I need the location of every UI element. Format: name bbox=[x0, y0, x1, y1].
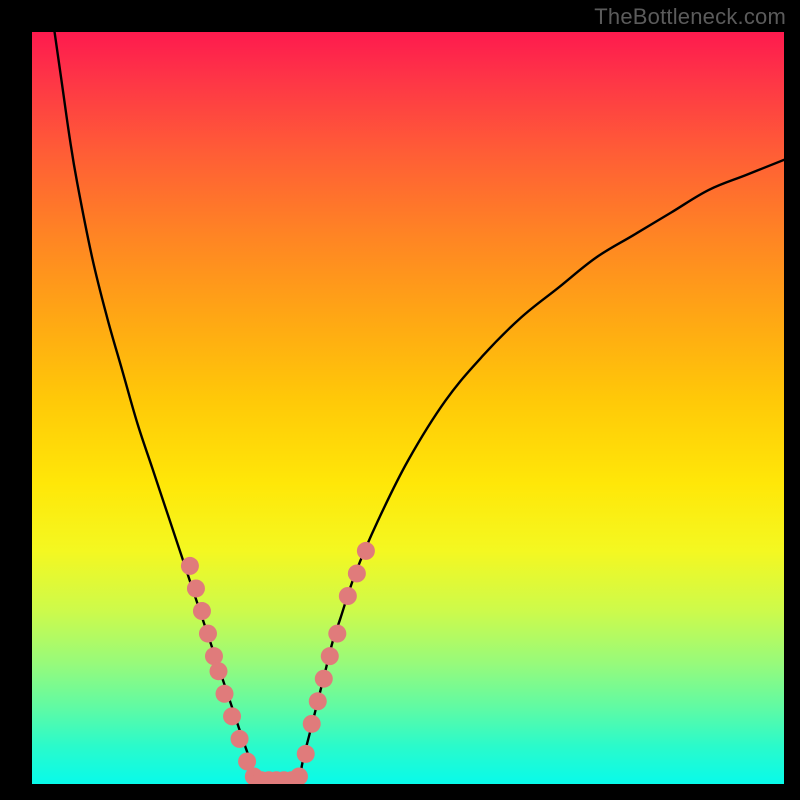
curve-dot bbox=[309, 692, 327, 710]
curve-dot bbox=[348, 564, 366, 582]
curve-dot bbox=[216, 685, 234, 703]
curve-dot bbox=[181, 557, 199, 575]
watermark-text: TheBottleneck.com bbox=[594, 4, 786, 30]
curve-dot bbox=[231, 730, 249, 748]
curve-dot bbox=[210, 662, 228, 680]
curve-dots bbox=[181, 542, 375, 784]
curve-dot bbox=[223, 707, 241, 725]
curve-dot bbox=[199, 625, 217, 643]
curve-dot bbox=[193, 602, 211, 620]
curve-dot bbox=[321, 647, 339, 665]
curve-dot bbox=[357, 542, 375, 560]
curve-dot bbox=[187, 579, 205, 597]
curve-dot bbox=[328, 625, 346, 643]
curve-dot bbox=[339, 587, 357, 605]
chart-svg bbox=[32, 32, 784, 784]
curve-path bbox=[55, 32, 784, 784]
curve-dot bbox=[315, 670, 333, 688]
curve-dot bbox=[290, 767, 308, 784]
curve-dot bbox=[303, 715, 321, 733]
chart-plot-area bbox=[32, 32, 784, 784]
curve-dot bbox=[297, 745, 315, 763]
chart-stage: TheBottleneck.com bbox=[0, 0, 800, 800]
